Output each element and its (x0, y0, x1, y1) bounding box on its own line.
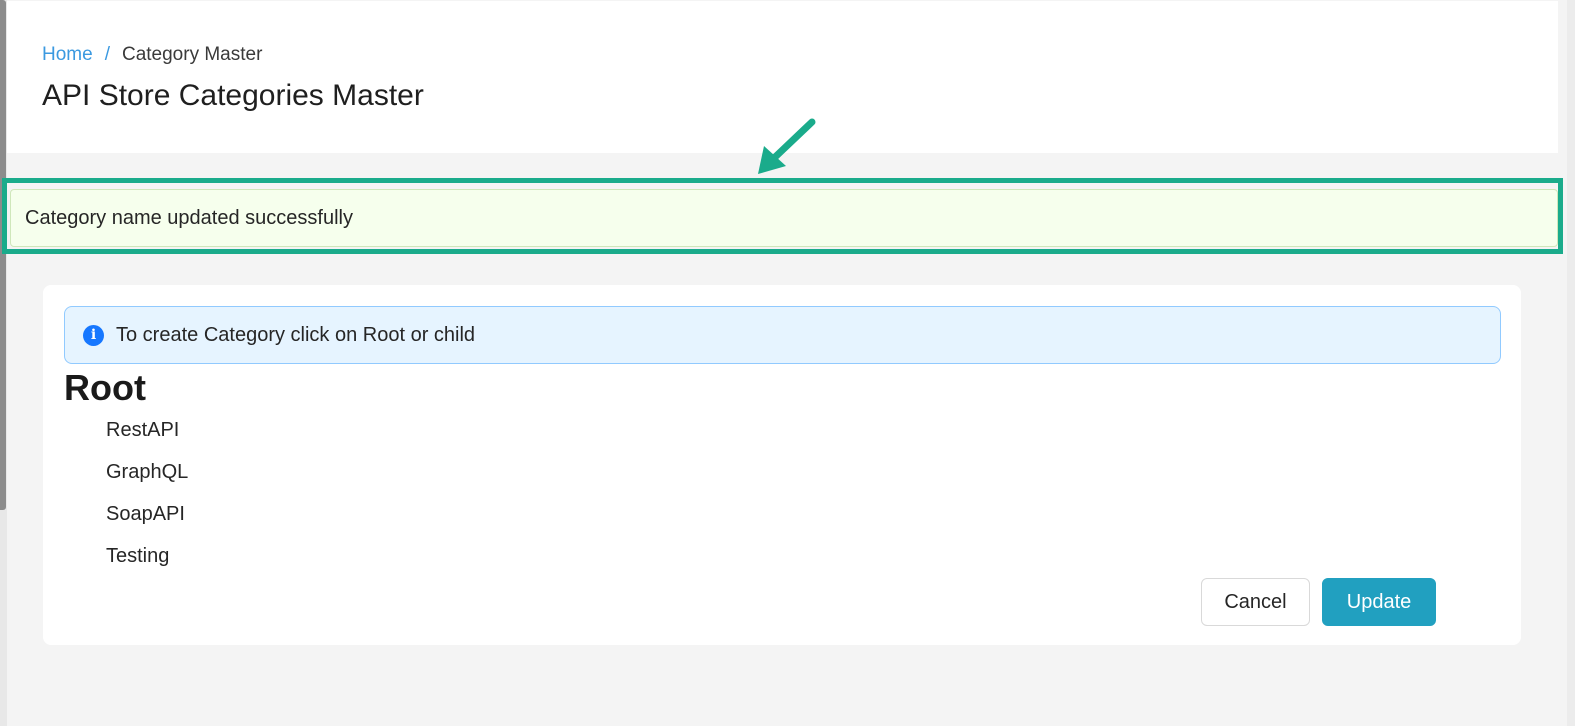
tree-node-graphql[interactable]: GraphQL (106, 457, 188, 499)
breadcrumb: Home / Category Master (42, 44, 262, 66)
page-title: API Store Categories Master (42, 79, 424, 112)
tree-node-soapapi[interactable]: SoapAPI (106, 499, 188, 541)
scrollbar-thumb[interactable] (0, 0, 6, 510)
breadcrumb-current: Category Master (121, 44, 263, 65)
annotation-arrow-icon (758, 118, 816, 174)
breadcrumb-home-link[interactable]: Home (42, 44, 93, 66)
annotation-highlight-box (2, 178, 1563, 254)
right-edge (1567, 0, 1575, 726)
info-icon: i (83, 324, 104, 346)
tree-node-restapi[interactable]: RestAPI (106, 415, 188, 457)
cancel-button[interactable]: Cancel (1201, 578, 1310, 626)
category-card: i To create Category click on Root or ch… (43, 285, 1521, 645)
breadcrumb-separator: / (104, 44, 110, 65)
info-alert-message: To create Category click on Root or chil… (116, 323, 476, 346)
tree-children: RestAPI GraphQL SoapAPI Testing (106, 415, 188, 583)
scrollbar-track[interactable] (0, 0, 7, 726)
info-alert: i To create Category click on Root or ch… (64, 306, 1501, 364)
update-button[interactable]: Update (1322, 578, 1436, 626)
tree-node-testing[interactable]: Testing (106, 541, 188, 583)
tree-root-node[interactable]: Root (64, 367, 146, 409)
